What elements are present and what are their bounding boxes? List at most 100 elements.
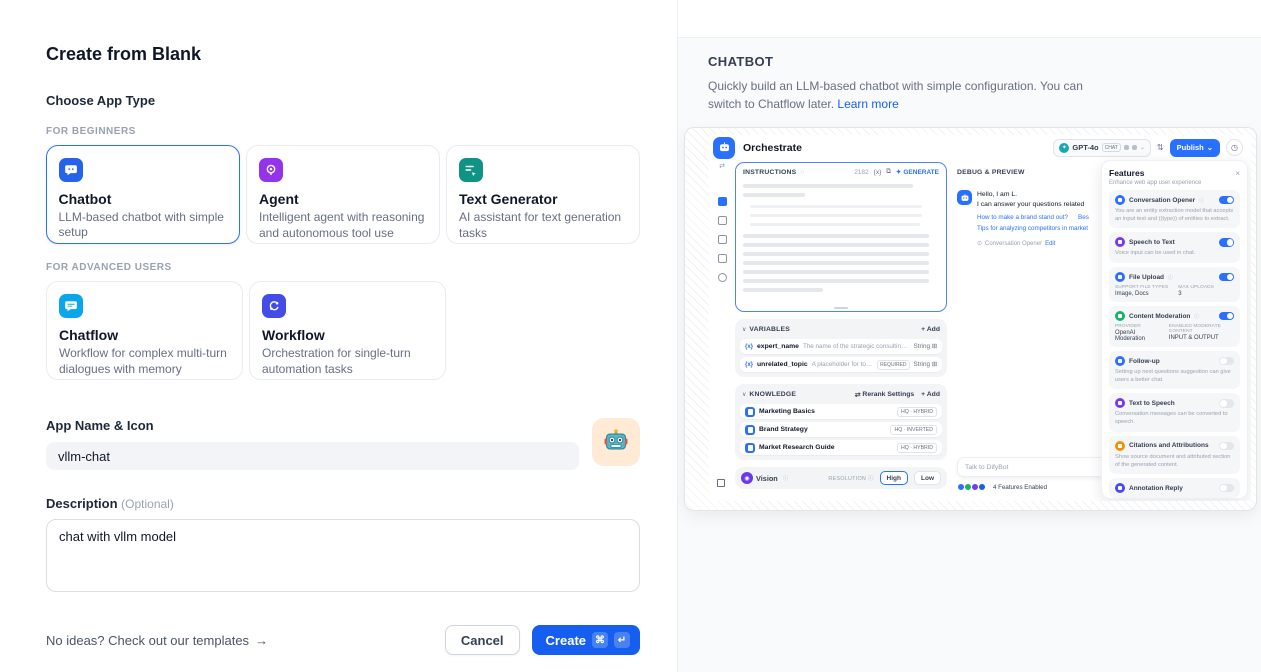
feature-dot-icon — [978, 483, 986, 491]
content-moderation-icon — [1115, 311, 1125, 321]
knowledge-row: Market Research Guide HQ · HYBRID — [740, 440, 942, 455]
cancel-button[interactable]: Cancel — [445, 625, 520, 655]
app-type-desc: Orchestration for single-turn automation… — [262, 346, 433, 378]
create-app-dialog: Create from Blank Choose App Type FOR BE… — [0, 0, 1261, 672]
retrieval-tag: HQ · INVERTED — [890, 425, 937, 435]
chatbot-icon — [59, 158, 83, 182]
sidebar-logs-icon — [718, 235, 727, 244]
page-title: Create from Blank — [46, 44, 640, 65]
knowledge-section: ∨ KNOWLEDGE ⇄ Rerank Settings + Add — [735, 384, 947, 460]
app-type-card-workflow[interactable]: Workflow Orchestration for single-turn a… — [249, 281, 446, 380]
info-icon: ⓘ — [1199, 197, 1204, 204]
add-variable-button: + Add — [921, 326, 940, 333]
model-provider-icon: ✦ — [1059, 143, 1069, 153]
feature-card-speech-to-text: Speech to Text Voice input can be used i… — [1109, 232, 1240, 263]
workflow-icon — [262, 294, 286, 318]
feature-toggle — [1219, 196, 1234, 205]
description-optional-label: (Optional) — [121, 497, 174, 511]
resolution-high-button: High — [880, 471, 908, 485]
feature-card-citations: Citations and Attributions Show source d… — [1109, 436, 1240, 474]
caret-down-icon: ∨ — [742, 391, 746, 398]
bot-avatar — [957, 190, 972, 205]
dataset-icon — [745, 443, 755, 453]
sidebar-annotation-icon — [718, 254, 727, 263]
app-name-label: App Name & Icon — [46, 418, 580, 433]
feature-toggle — [1219, 238, 1234, 247]
cmd-key-icon: ⌘ — [592, 632, 608, 648]
resolution-low-button: Low — [914, 471, 941, 485]
learn-more-link[interactable]: Learn more — [837, 97, 898, 111]
preview-heading: CHATBOT — [708, 54, 1237, 69]
feature-toggle — [1219, 484, 1234, 493]
app-type-desc: AI assistant for text generation tasks — [459, 210, 627, 242]
publish-button: Publish ⌄ — [1170, 139, 1220, 157]
create-button[interactable]: Create ⌘ ↵ — [532, 625, 640, 655]
file-upload-icon — [1115, 272, 1125, 282]
feature-toggle — [1219, 357, 1234, 366]
sidebar-orchestrate-icon — [718, 197, 727, 206]
app-type-card-chatbot[interactable]: Chatbot LLM-based chatbot with simple se… — [46, 145, 240, 244]
app-type-desc: Intelligent agent with reasoning and aut… — [259, 210, 427, 242]
speech-to-text-icon — [1115, 237, 1125, 247]
app-type-card-chatflow[interactable]: Chatflow Workflow for complex multi-turn… — [46, 281, 243, 380]
generate-button: ✦ GENERATE — [896, 168, 939, 176]
instructions-skeleton — [743, 184, 939, 292]
description-label: Description (Optional) — [46, 496, 640, 511]
resolution-label: RESOLUTION ⓘ — [828, 474, 873, 482]
suggested-question: How to make a brand stand out? Bes — [977, 214, 1089, 221]
feature-toggle — [1219, 312, 1234, 321]
vision-icon: ◉ — [741, 472, 753, 484]
app-type-desc: LLM-based chatbot with simple setup — [59, 210, 228, 242]
preview-sidebar: ⇄ — [709, 160, 735, 501]
variable-icon: {x} — [745, 344, 753, 350]
dataset-icon — [745, 407, 755, 417]
variable-row: {x} expert_name The name of the strategi… — [740, 339, 942, 354]
instructions-panel: INSTRUCTIONS ⓘ 2182 {x} ⧉ ✦ GENERATE — [735, 162, 947, 312]
chevron-down-icon: ⌄ — [1207, 143, 1213, 152]
history-icon: ◷ — [1226, 139, 1243, 156]
knowledge-row: Marketing Basics HQ · HYBRID — [740, 404, 942, 419]
feature-card-conversation-opener: Conversation Opener ⓘ You are an entity … — [1109, 190, 1240, 228]
rerank-icon: ⇄ — [855, 391, 861, 399]
app-icon-picker[interactable] — [592, 418, 640, 466]
variable-type: String ⊞ — [914, 343, 937, 350]
enter-key-icon: ↵ — [614, 632, 630, 648]
robot-emoji-icon — [602, 428, 630, 456]
dataset-icon — [745, 425, 755, 435]
app-type-title: Text Generator — [459, 191, 627, 207]
type-icon: ⊞ — [932, 343, 937, 350]
app-preview-panel: CHATBOT Quickly build an LLM-based chatb… — [677, 0, 1261, 672]
app-type-card-agent[interactable]: Agent Intelligent agent with reasoning a… — [246, 145, 440, 244]
description-textarea[interactable]: chat with vllm model — [46, 519, 640, 592]
preview-app-title: Orchestrate — [743, 142, 802, 154]
app-type-desc: Workflow for complex multi-turn dialogue… — [59, 346, 230, 378]
annotation-reply-icon — [1115, 483, 1125, 493]
app-type-card-text-generator[interactable]: Text Generator AI assistant for text gen… — [446, 145, 640, 244]
arrow-right-icon: → — [255, 633, 268, 648]
sidebar-image-icon — [718, 216, 727, 225]
resize-handle — [834, 307, 848, 309]
suggested-question: Tips for analyzing competitors in market — [977, 225, 1089, 232]
feature-card-file-upload: File Upload ⓘ SUPPORT FILE TYPESImage, D… — [1109, 267, 1240, 302]
variables-section: ∨ VARIABLES + Add {x} expert_name The na… — [735, 319, 947, 377]
citations-icon — [1115, 441, 1125, 451]
copy-icon: ⧉ — [886, 168, 891, 176]
variables-icon: {x} — [874, 169, 882, 176]
agent-icon — [259, 158, 283, 182]
info-icon: ⓘ — [1168, 274, 1173, 281]
features-enabled-row: 4 Features Enabled — [957, 483, 1047, 491]
app-type-title: Agent — [259, 191, 427, 207]
sparkle-icon: ✦ — [896, 168, 901, 176]
variable-type: String ⊞ — [914, 361, 937, 368]
app-type-title: Chatbot — [59, 191, 228, 207]
info-icon: ⓘ — [868, 476, 874, 482]
templates-link[interactable]: No ideas? Check out our templates → — [46, 633, 268, 648]
chevron-down-icon: ⌄ — [1140, 144, 1145, 151]
vision-section: ◉ Vision ⓘ RESOLUTION ⓘ High Low — [735, 467, 947, 489]
text-to-speech-icon — [1115, 398, 1125, 408]
app-name-input[interactable] — [46, 442, 579, 470]
edit-link: Edit — [1045, 241, 1055, 247]
retrieval-tag: HQ · HYBRID — [897, 443, 937, 453]
text-generator-icon — [459, 158, 483, 182]
feature-toggle — [1219, 399, 1234, 408]
